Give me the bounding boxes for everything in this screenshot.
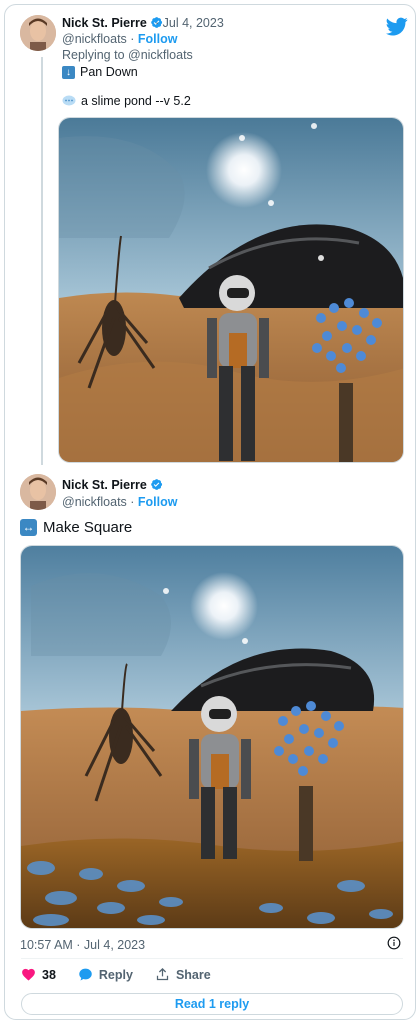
replying-to[interactable]: Replying to @nickfloats [62, 48, 193, 62]
command-line-1: ↓ Pan Down [62, 65, 138, 79]
left-right-arrow-icon: ↔ [20, 519, 37, 536]
tweet-date[interactable]: · Jul 4, 2023 [155, 16, 224, 30]
follow-button[interactable]: Follow [138, 32, 178, 46]
author-name[interactable]: Nick St. Pierre [62, 478, 163, 492]
reply-label: Reply [98, 967, 133, 982]
author-handle[interactable]: @nickfloats [62, 495, 127, 509]
share-label: Share [175, 967, 211, 982]
share-button[interactable]: Share [155, 967, 211, 982]
like-button[interactable]: 38 [21, 967, 56, 982]
author-handle-row: @nickfloats · Follow [62, 32, 177, 46]
read-replies-button[interactable]: Read 1 reply [21, 993, 403, 1015]
tweet-image-1[interactable] [58, 117, 404, 463]
command-prompt: a slime pond --v 5.2 [81, 94, 191, 108]
tweet-timestamp[interactable]: 10:57 AM · Jul 4, 2023 [20, 938, 145, 952]
twitter-bird-icon[interactable] [386, 15, 408, 37]
separator: · [126, 495, 138, 509]
tweet-image-2[interactable] [20, 545, 404, 929]
author-name[interactable]: Nick St. Pierre [62, 16, 163, 30]
share-icon [156, 967, 169, 981]
tweet-card: Nick St. Pierre · Jul 4, 2023 @nickfloat… [4, 4, 416, 1020]
avatar[interactable] [20, 474, 56, 510]
thread-connector [41, 57, 43, 465]
tweet-text: ↔ Make Square [20, 519, 132, 536]
divider [21, 958, 403, 959]
verified-badge-icon [150, 479, 162, 490]
heart-icon [22, 968, 35, 981]
speech-bubble-icon [62, 95, 76, 106]
like-count: 38 [42, 967, 56, 982]
author-handle-row: @nickfloats · Follow [62, 495, 177, 509]
action-bar: 38 Reply Share [21, 967, 233, 982]
avatar[interactable] [20, 15, 56, 51]
command-pan-down: Pan Down [80, 65, 138, 79]
separator: · [126, 32, 138, 46]
reply-bubble-icon [79, 968, 92, 981]
arrow-down-icon: ↓ [62, 65, 75, 79]
tweet-text-content: Make Square [43, 519, 133, 536]
info-icon[interactable] [387, 936, 401, 950]
follow-button[interactable]: Follow [138, 495, 178, 509]
command-line-2: a slime pond --v 5.2 [62, 94, 191, 108]
author-handle[interactable]: @nickfloats [62, 32, 127, 46]
reply-button[interactable]: Reply [78, 967, 133, 982]
